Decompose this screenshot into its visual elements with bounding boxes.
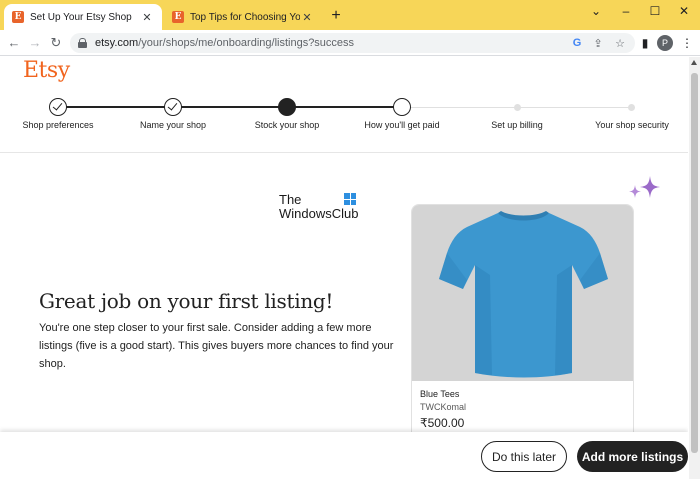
etsy-favicon-icon: E [12,11,24,23]
blue-tshirt-image [439,211,608,378]
listing-image [412,205,633,381]
reload-icon[interactable]: ↻ [48,35,64,51]
page-content: Etsy Shop preferences Name your shop Sto… [0,57,688,479]
side-panel-icon[interactable]: ▮ [638,36,652,50]
step-label-shop-preferences: Shop preferences [22,120,94,130]
watermark-line2: WindowsClub [279,206,359,221]
scroll-up-arrow-icon[interactable] [691,60,697,65]
new-tab-icon[interactable]: + [327,7,345,25]
tab-bar: E Set Up Your Etsy Shop ✕ E Top Tips for… [0,0,700,30]
close-window-icon[interactable]: ✕ [674,4,694,18]
step-billing-node [514,104,521,111]
listing-preview-card[interactable]: Blue Tees TWCKomal ₹500.00 [411,204,634,444]
step-label-get-paid: How you'll get paid [364,120,440,130]
tab-set-up-shop[interactable]: E Set Up Your Etsy Shop ✕ [4,4,162,30]
step-label-security: Your shop security [595,120,669,130]
step-label-stock-shop: Stock your shop [254,120,320,130]
lock-icon [78,38,87,48]
url-text: etsy.com/your/shops/me/onboarding/listin… [95,37,355,49]
bookmark-star-icon[interactable]: ☆ [613,37,627,50]
header-divider [0,152,688,153]
close-tab-icon[interactable]: ✕ [140,11,154,24]
maximize-icon[interactable]: ☐ [645,4,665,18]
etsy-logo[interactable]: Etsy [23,58,70,83]
google-translate-icon[interactable]: G [570,37,584,49]
page-scrollbar[interactable] [689,57,700,479]
success-headline: Great job on your first listing! [39,289,334,313]
close-tab-icon[interactable]: ✕ [300,11,314,24]
onboarding-stepper: Shop preferences Name your shop Stock yo… [0,87,688,147]
step-stock-shop-node [278,98,296,116]
do-this-later-button[interactable]: Do this later [481,441,567,472]
scrollbar-thumb[interactable] [691,73,698,453]
action-footer: Do this later Add more listings [0,432,688,479]
step-shop-preferences-node [49,98,67,116]
minimize-icon[interactable]: – [616,4,636,18]
step-name-shop-node [164,98,182,116]
listing-price: ₹500.00 [420,416,465,430]
tab-label: Set Up Your Etsy Shop [30,11,132,23]
profile-avatar[interactable]: P [657,35,673,51]
add-more-listings-button[interactable]: Add more listings [577,441,688,472]
listing-title: Blue Tees [420,389,460,399]
step-security-node [628,104,635,111]
tab-label: Top Tips for Choosing Your Etsy [190,11,300,23]
step-label-name-shop: Name your shop [139,120,207,130]
tab-search-icon[interactable]: ⌄ [586,4,606,18]
step-label-billing: Set up billing [491,120,543,130]
menu-icon[interactable]: ⋮ [680,36,694,50]
tab-top-tips[interactable]: E Top Tips for Choosing Your Etsy ✕ [164,4,322,30]
sparkle-icon [629,176,660,198]
success-description: You're one step closer to your first sal… [39,322,394,370]
progress-line-complete [58,106,402,108]
step-get-paid-node [393,98,411,116]
watermark: The WindowsClub [279,193,358,221]
back-icon[interactable]: ← [6,35,22,50]
forward-icon[interactable]: → [27,35,43,50]
browser-toolbar: ← → ↻ etsy.com/your/shops/me/onboarding/… [0,30,700,56]
listing-shop-name: TWCKomal [420,402,467,412]
address-bar[interactable]: etsy.com/your/shops/me/onboarding/listin… [70,33,635,53]
share-icon[interactable]: ⇪ [591,37,605,50]
windows-logo-icon [344,193,356,205]
etsy-favicon-icon: E [172,11,184,23]
